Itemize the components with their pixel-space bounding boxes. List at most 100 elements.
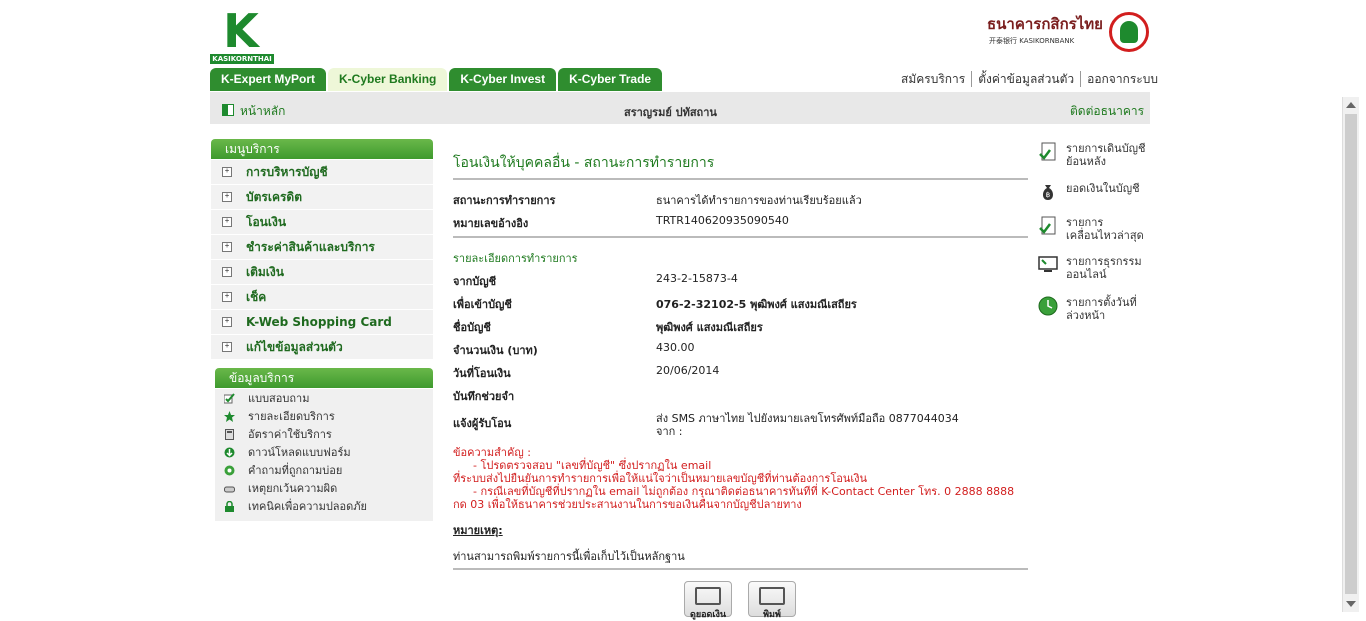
clock-icon — [1038, 296, 1058, 316]
menu-item-label: เช็ค — [246, 289, 267, 304]
download-icon — [224, 447, 235, 457]
contact-bank-link[interactable]: ติดต่อธนาคาร — [1070, 102, 1144, 121]
money-bag-icon: ฿ — [1043, 185, 1053, 200]
menu-item-label: K-Web Shopping Card — [246, 315, 392, 329]
vertical-scrollbar[interactable] — [1342, 97, 1359, 612]
svg-text:฿: ฿ — [1046, 191, 1050, 199]
info-item-disclaimer[interactable]: เหตุยกเว้นความผิด — [215, 479, 433, 497]
menu-item-edit-profile[interactable]: + แก้ไขข้อมูลส่วนตัว — [211, 335, 433, 360]
checkmark-icon — [224, 392, 235, 403]
magnifier-document-icon — [695, 587, 721, 605]
menu-item-label: โอนเงิน — [246, 214, 287, 229]
menu-item-transfer[interactable]: + โอนเงิน — [211, 210, 433, 235]
to-account-label: เพื่อเข้าบัญชี — [453, 298, 512, 311]
star-icon — [224, 410, 235, 422]
kasikornbank-logo: ธนาคารกสิกรไทย 开泰银行 KASIKORNBANK — [985, 12, 1150, 54]
service-menu: + การบริหารบัญชี + บัตรเครดิต + โอนเงิน + ชำ… — [211, 160, 433, 360]
menu-item-k-web-shopping-card[interactable]: + K-Web Shopping Card — [211, 310, 433, 335]
page-title: โอนเงินให้บุคคลอื่น - สถานะการทำรายการ — [453, 155, 715, 171]
info-item-faq[interactable]: คำถามที่ถูกถามบ่อย — [215, 461, 433, 479]
quick-link-label: รายการเคลื่อนไหวล่าสุด — [1066, 216, 1144, 242]
to-account-value: 076-2-32102-5 พุฒิพงศ์ แสงมณีเสถียร — [656, 298, 857, 311]
service-info-title: ข้อมูลบริการ — [215, 368, 433, 388]
service-menu-title: เมนูบริการ — [211, 139, 433, 159]
home-link[interactable]: หน้าหลัก — [240, 102, 285, 121]
quick-link-balance[interactable]: ฿ ยอดเงินในบัญชี — [1038, 182, 1152, 202]
note-title: หมายเหตุ: — [453, 524, 503, 537]
quick-link-online-transactions[interactable]: รายการธุรกรรมออนไลน์ — [1038, 255, 1152, 281]
menu-item-label: การบริหารบัญชี — [246, 164, 328, 179]
from-account-value: 243-2-15873-4 — [656, 272, 738, 285]
info-item-security-tips[interactable]: เทคนิคเพื่อความปลอดภัย — [215, 497, 433, 515]
note-text: ท่านสามารถพิมพ์รายการนี้เพื่อเก็บไว้เป็น… — [453, 550, 685, 563]
menu-item-credit-card[interactable]: + บัตรเครดิต — [211, 185, 433, 210]
divider — [453, 236, 1028, 238]
status-value: ธนาคารได้ทำรายการของท่านเรียบร้อยแล้ว — [656, 194, 862, 207]
logout-link[interactable]: ออกจากระบบ — [1081, 71, 1164, 87]
info-item-download-forms[interactable]: ดาวน์โหลดแบบฟอร์ม — [215, 443, 433, 461]
tab-k-expert-myport[interactable]: K-Expert MyPort — [210, 68, 327, 91]
quick-link-scheduled-transactions[interactable]: รายการตั้งวันที่ล่วงหน้า — [1038, 296, 1152, 322]
info-item-label: เทคนิคเพื่อความปลอดภัย — [248, 500, 367, 513]
memo-label: บันทึกช่วยจำ — [453, 390, 515, 403]
scrollbar-thumb[interactable] — [1345, 114, 1357, 594]
reference-label: หมายเลขอ้างอิง — [453, 217, 529, 230]
menu-item-top-up[interactable]: + เติมเงิน — [211, 260, 433, 285]
expand-icon: + — [222, 242, 232, 252]
quick-link-recent-transactions[interactable]: รายการเคลื่อนไหวล่าสุด — [1038, 216, 1152, 242]
tab-k-cyber-trade[interactable]: K-Cyber Trade — [558, 68, 663, 91]
info-item-service-details[interactable]: รายละเอียดบริการ — [215, 407, 433, 425]
register-link[interactable]: สมัครบริการ — [895, 71, 973, 87]
date-value: 20/06/2014 — [656, 364, 720, 377]
info-item-label: รายละเอียดบริการ — [248, 410, 335, 423]
info-item-label: เหตุยกเว้นความผิด — [248, 482, 338, 495]
tab-k-cyber-invest[interactable]: K-Cyber Invest — [449, 68, 557, 91]
info-item-fees[interactable]: อัตราค่าใช้บริการ — [215, 425, 433, 443]
product-tabs: K-Expert MyPort K-Cyber Banking K-Cyber … — [210, 68, 663, 91]
amount-label: จำนวนเงิน (บาท) — [453, 344, 538, 357]
quick-link-label: รายการเดินบัญชีย้อนหลัง — [1066, 142, 1146, 168]
expand-icon: + — [222, 192, 232, 202]
expand-icon: + — [222, 267, 232, 277]
notify-label: แจ้งผู้รับโอน — [453, 417, 512, 430]
warning-line: - กรณีเลขที่บัญชีที่ปรากฏใน email ไม่ถูก… — [473, 485, 1015, 498]
hand-icon — [224, 486, 235, 492]
date-label: วันที่โอนเงิน — [453, 367, 511, 380]
info-item-survey[interactable]: แบบสอบถาม — [215, 389, 433, 407]
quick-link-statement[interactable]: รายการเดินบัญชีย้อนหลัง — [1038, 142, 1152, 168]
print-button[interactable]: พิมพ์ — [748, 581, 796, 620]
kasikornthai-logo[interactable]: K KASIKORNTHAI — [210, 4, 274, 64]
print-label: พิมพ์ — [763, 610, 781, 620]
quick-link-label: ยอดเงินในบัญชี — [1066, 182, 1140, 195]
calculator-icon — [225, 428, 234, 440]
faq-icon — [224, 465, 235, 475]
bank-name-en: 开泰银行 KASIKORNBANK — [989, 37, 1075, 45]
view-balance-button[interactable]: ดูยอดเงิน — [684, 581, 732, 620]
divider — [453, 568, 1028, 570]
menu-item-bill-payment[interactable]: + ชำระค่าสินค้าและบริการ — [211, 235, 433, 260]
settings-link[interactable]: ตั้งค่าข้อมูลส่วนตัว — [972, 71, 1082, 87]
quick-link-label: รายการตั้งวันที่ล่วงหน้า — [1066, 296, 1137, 322]
menu-item-account-management[interactable]: + การบริหารบัญชี — [211, 160, 433, 185]
home-icon[interactable] — [222, 104, 234, 116]
from-account-label: จากบัญชี — [453, 275, 497, 288]
user-name: สราญรมย์ ปทัสถาน — [624, 106, 717, 119]
warning-line: - โปรดตรวจสอบ "เลขที่บัญชี" ซึ่งปรากฏใน … — [473, 459, 712, 472]
k-logo-icon: K — [223, 4, 259, 58]
tab-k-cyber-banking[interactable]: K-Cyber Banking — [328, 68, 448, 91]
quick-link-label: รายการธุรกรรมออนไลน์ — [1066, 255, 1142, 281]
menu-item-cheque[interactable]: + เช็ค — [211, 285, 433, 310]
scroll-up-icon[interactable] — [1346, 102, 1356, 108]
service-info: แบบสอบถาม รายละเอียดบริการ อัตราค่าใช้บร… — [215, 389, 433, 521]
expand-icon: + — [222, 217, 232, 227]
printer-icon — [759, 587, 785, 605]
document-check-icon — [1039, 142, 1056, 161]
scroll-down-icon[interactable] — [1346, 601, 1356, 607]
monitor-icon — [1038, 256, 1058, 272]
document-check-icon — [1039, 216, 1056, 235]
important-message: ข้อความสำคัญ : - โปรดตรวจสอบ "เลขที่บัญช… — [453, 446, 1023, 511]
info-item-label: อัตราค่าใช้บริการ — [248, 428, 332, 441]
info-item-label: แบบสอบถาม — [248, 392, 310, 405]
rice-ear-logo-icon — [1109, 12, 1149, 52]
account-name-value: พุฒิพงศ์ แสงมณีเสถียร — [656, 321, 763, 334]
